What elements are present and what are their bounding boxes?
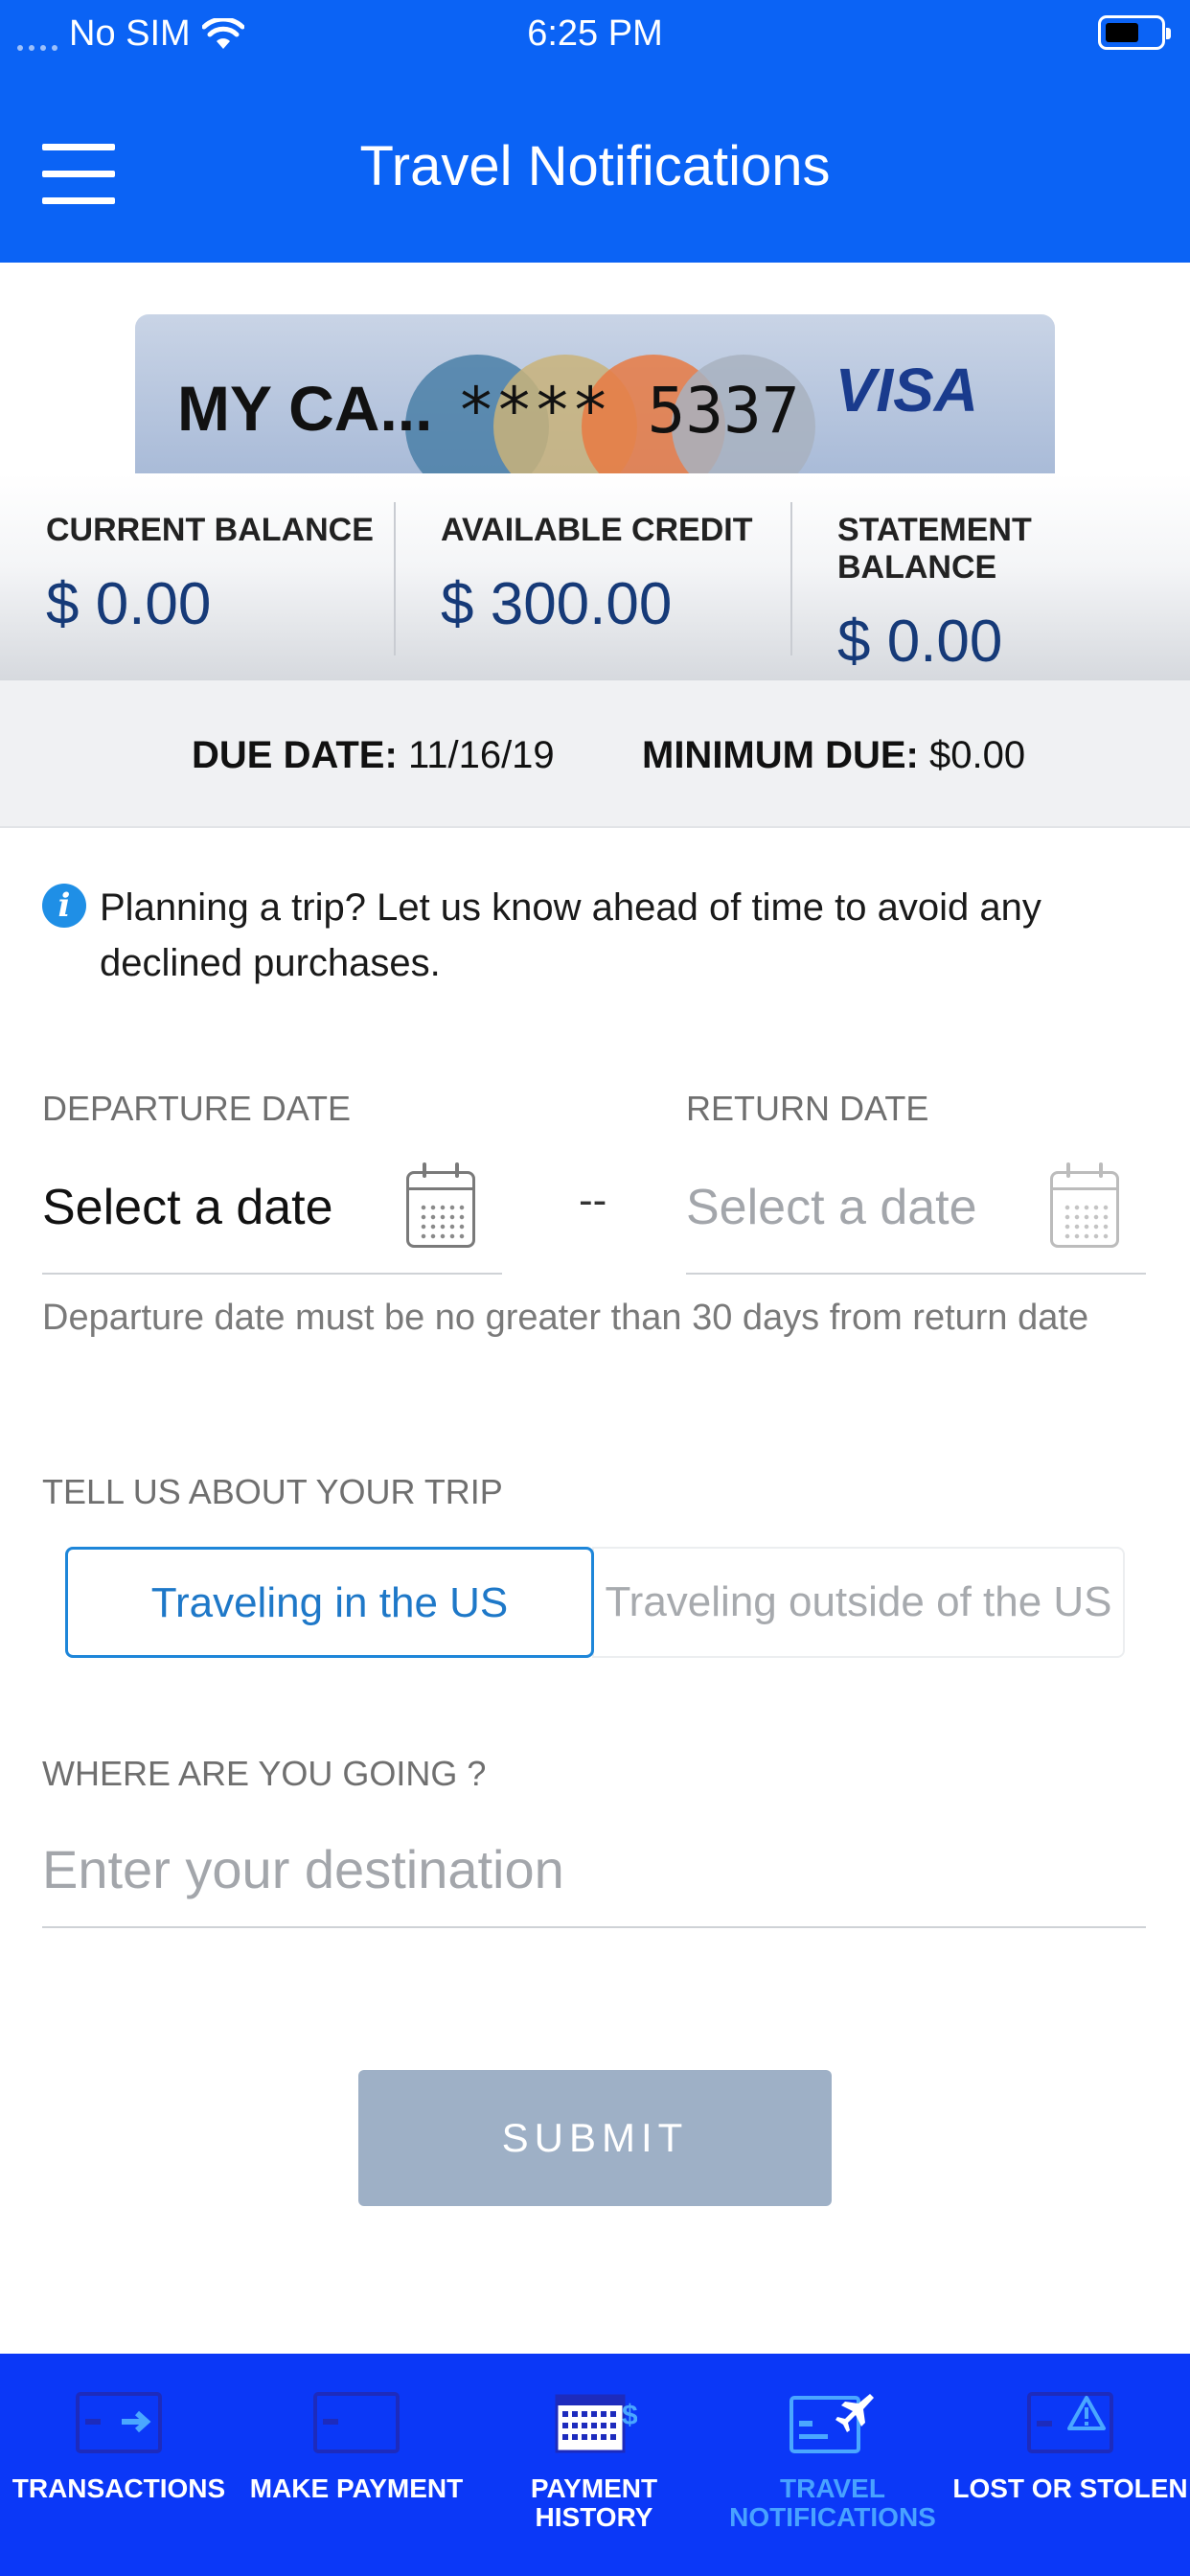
minimum-due: MINIMUM DUE: $0.00 [642, 734, 1025, 777]
balance-summary: CURRENT BALANCE $ 0.00 AVAILABLE CREDIT … [0, 473, 1190, 680]
card-icon [313, 2392, 400, 2453]
visa-logo: VISA [835, 356, 978, 425]
balance-value: $ 0.00 [837, 609, 1003, 675]
departure-date-field[interactable]: Select a date [42, 1160, 502, 1275]
tab-transactions[interactable]: TRANSACTIONS [0, 2354, 238, 2576]
tab-make-payment[interactable]: MAKE PAYMENT [238, 2354, 475, 2576]
svg-text:$: $ [622, 2400, 637, 2431]
card-plane-icon [790, 2394, 874, 2453]
due-date-label: DUE DATE: [192, 734, 398, 776]
status-bar: No SIM 6:25 PM [0, 0, 1190, 69]
trip-type-toggle: Traveling in the US Traveling outside of… [65, 1547, 1125, 1658]
card-warning-icon [1027, 2392, 1113, 2453]
departure-date-value: Select a date [42, 1180, 333, 1235]
card-arrow-icon [76, 2392, 162, 2453]
due-summary: DUE DATE: 11/16/19 MINIMUM DUE: $0.00 [0, 680, 1190, 828]
tab-payment-history[interactable]: $ PAYMENT HISTORY [475, 2354, 713, 2576]
calendar-dollar-icon: $ [555, 2394, 637, 2453]
tab-label: TRANSACTIONS [11, 2473, 226, 2503]
tab-label: LOST OR STOLEN [952, 2473, 1188, 2503]
tab-lost-or-stolen[interactable]: LOST OR STOLEN [951, 2354, 1189, 2576]
divider [790, 502, 792, 656]
calendar-icon[interactable] [1050, 1162, 1119, 1248]
balance-label: STATEMENT BALANCE [837, 512, 1032, 586]
minimum-due-value: $0.00 [928, 734, 1026, 776]
balance-label: AVAILABLE CREDIT [441, 512, 753, 548]
departure-date-label: DEPARTURE DATE [42, 1089, 352, 1128]
available-credit: AVAILABLE CREDIT $ 300.00 [441, 512, 753, 638]
date-separator: -- [579, 1177, 607, 1224]
statement-balance: STATEMENT BALANCE $ 0.00 [837, 512, 1190, 676]
divider [394, 502, 396, 656]
due-date-value: 11/16/19 [407, 734, 555, 776]
calendar-icon[interactable] [406, 1162, 475, 1248]
trip-type-label: TELL US ABOUT YOUR TRIP [42, 1472, 503, 1511]
date-hint: Departure date must be no greater than 3… [42, 1298, 1089, 1338]
tab-travel-notifications[interactable]: TRAVEL NOTIFICATIONS [714, 2354, 951, 2576]
balance-value: $ 300.00 [441, 571, 673, 637]
nav-header: Travel Notifications [0, 115, 1190, 220]
current-balance: CURRENT BALANCE $ 0.00 [46, 512, 374, 638]
balance-label: CURRENT BALANCE [46, 512, 374, 548]
submit-button[interactable]: SUBMIT [358, 2070, 832, 2206]
info-icon: i [42, 884, 86, 928]
card-name: MY CA... [177, 373, 433, 444]
app-header-region: No SIM 6:25 PM Travel Notifications [0, 0, 1190, 263]
tab-label: MAKE PAYMENT [249, 2473, 464, 2503]
destination-label: WHERE ARE YOU GOING ? [42, 1754, 487, 1793]
traveling-outside-us-option[interactable]: Traveling outside of the US [592, 1547, 1125, 1658]
page-title: Travel Notifications [359, 135, 831, 197]
due-date: DUE DATE: 11/16/19 [192, 734, 555, 777]
card-number: **** 5337 [457, 374, 800, 448]
info-text: Planning a trip? Let us know ahead of ti… [100, 886, 1041, 984]
traveling-in-us-option[interactable]: Traveling in the US [65, 1547, 594, 1658]
return-date-label: RETURN DATE [686, 1089, 929, 1128]
destination-input[interactable] [42, 1830, 1146, 1907]
bottom-tab-bar: TRANSACTIONS MAKE PAYMENT $ PAYMENT HISTO… [0, 2354, 1190, 2576]
status-time: 6:25 PM [527, 13, 663, 54]
return-date-field[interactable]: Select a date [686, 1160, 1146, 1275]
tab-label: TRAVEL NOTIFICATIONS [729, 2473, 936, 2532]
balance-value: $ 0.00 [46, 571, 212, 637]
minimum-due-label: MINIMUM DUE: [642, 734, 919, 776]
card-preview[interactable]: MY CA... **** 5337 VISA [135, 314, 1055, 473]
destination-field [42, 1821, 1146, 1928]
return-date-value: Select a date [686, 1180, 977, 1235]
battery-icon [1098, 15, 1171, 50]
tab-label: PAYMENT HISTORY [530, 2473, 658, 2532]
